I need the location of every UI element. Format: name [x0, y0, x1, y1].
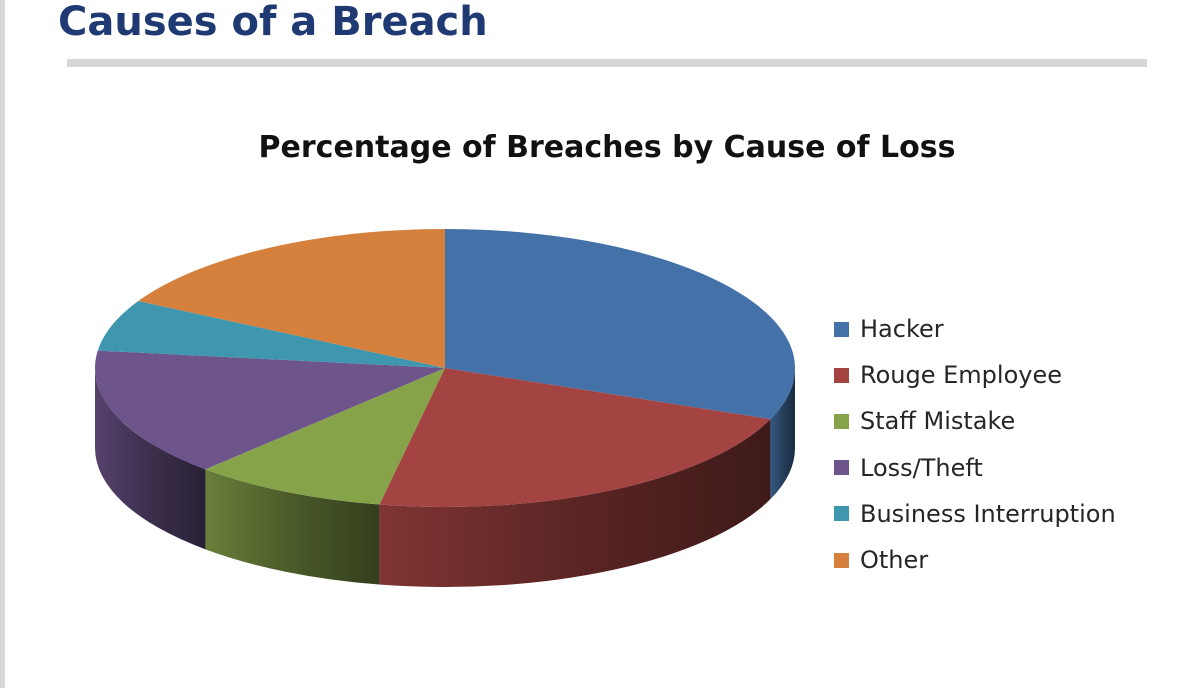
legend-item-staff-mistake: Staff Mistake: [834, 398, 1116, 444]
legend-label-staff-mistake: Staff Mistake: [860, 407, 1016, 436]
legend-item-business-interruption: Business Interruption: [834, 491, 1116, 537]
legend-label-business-interruption: Business Interruption: [860, 499, 1116, 528]
pie-slice-tops: [95, 229, 795, 507]
legend-item-loss-theft: Loss/Theft: [834, 445, 1116, 491]
legend-swatch-other: [834, 552, 849, 568]
slide: Causes of a Breach Percentage of Breache…: [0, 0, 1183, 688]
legend-label-loss-theft: Loss/Theft: [860, 453, 983, 482]
legend-label-hacker: Hacker: [860, 315, 944, 344]
legend-swatch-rouge-employee: [834, 367, 849, 383]
legend-swatch-loss-theft: [834, 460, 849, 476]
legend-item-other: Other: [834, 537, 1116, 583]
chart-legend: Hacker Rouge Employee Staff Mistake Loss/Th…: [834, 306, 1116, 583]
legend-label-rouge-employee: Rouge Employee: [860, 361, 1062, 390]
legend-swatch-business-interruption: [834, 506, 849, 522]
legend-swatch-hacker: [834, 321, 849, 337]
legend-item-hacker: Hacker: [834, 306, 1116, 352]
legend-label-other: Other: [860, 546, 929, 575]
legend-swatch-staff-mistake: [834, 413, 849, 429]
legend-item-rouge-employee: Rouge Employee: [834, 352, 1116, 398]
